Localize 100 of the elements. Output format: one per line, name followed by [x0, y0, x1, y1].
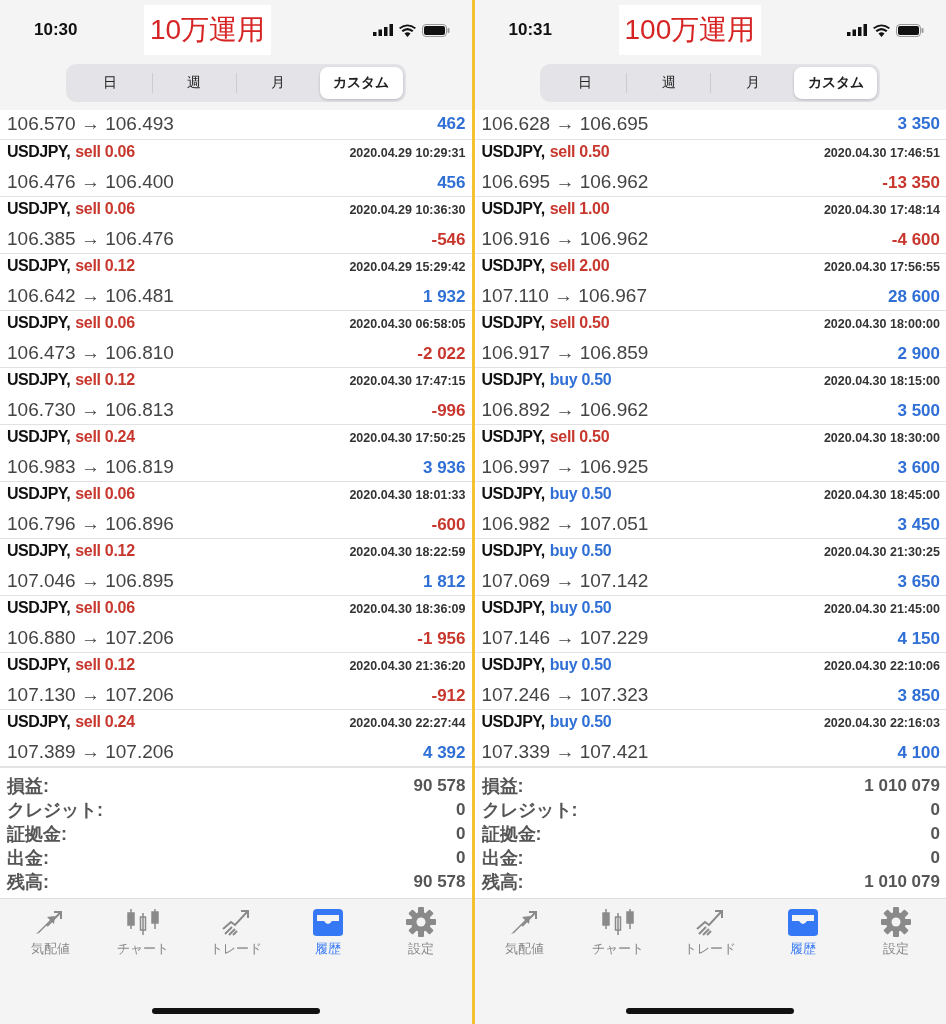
- trade-prices: 107.130 → 107.206: [7, 684, 174, 706]
- nav-tab[interactable]: 履歴: [756, 907, 850, 958]
- trade-datetime: 2020.04.30 18:45:00: [823, 488, 940, 502]
- trade-datetime: 2020.04.29 10:36:30: [349, 203, 466, 217]
- trade-row[interactable]: USDJPY, buy 0.50 2020.04.30 21:45:00 107.146 → 107.229 4 150: [474, 596, 946, 653]
- trade-side: sell 2.00: [549, 257, 610, 275]
- period-tab[interactable]: 日: [68, 67, 152, 99]
- trade-profit: -13 350: [882, 173, 940, 193]
- trade-symbol: USDJPY,: [7, 200, 71, 218]
- trade-row[interactable]: USDJPY, sell 0.24 2020.04.30 17:50:25 106.983 → 106.819 3 936: [0, 425, 472, 482]
- trade-prices: 106.892 → 106.962: [481, 399, 649, 421]
- trade-row[interactable]: USDJPY, sell 0.12 2020.04.30 17:47:15 106.730 → 106.813 -996: [0, 368, 472, 425]
- summary-value: 0: [930, 800, 940, 820]
- battery-icon: [421, 23, 450, 37]
- period-tab[interactable]: 週: [627, 67, 711, 99]
- status-time: 10:31: [508, 20, 553, 40]
- summary-label: 証拠金:: [481, 823, 542, 846]
- trade-prices: 106.997 → 106.925: [481, 456, 649, 478]
- trade-side: buy 0.50: [549, 371, 612, 389]
- trade-row[interactable]: USDJPY, sell 0.12 2020.04.29 15:29:42 106.642 → 106.481 1 932: [0, 254, 472, 311]
- period-tab[interactable]: 週: [152, 67, 236, 99]
- trade-row[interactable]: USDJPY, sell 0.06 2020.04.29 10:29:31 106.476 → 106.400 456: [0, 140, 472, 197]
- trade-row[interactable]: USDJPY, sell 0.06 2020.04.29 10:36:30 106.385 → 106.476 -546: [0, 197, 472, 254]
- trade-datetime: 2020.04.30 17:47:15: [349, 374, 466, 388]
- trade-row[interactable]: 106.628 → 106.695 3 350: [474, 110, 946, 140]
- period-tab[interactable]: 日: [543, 67, 627, 99]
- trade-symbol: USDJPY,: [481, 257, 545, 275]
- signal-icon: [847, 24, 867, 36]
- trade-datetime: 2020.04.30 17:50:25: [349, 431, 466, 445]
- nav-tab[interactable]: トレード: [663, 907, 757, 958]
- trade-datetime: 2020.04.30 18:22:59: [349, 545, 466, 559]
- trade-side: buy 0.50: [549, 485, 612, 503]
- trade-prices: 107.146 → 107.229: [481, 627, 649, 649]
- trade-datetime: 2020.04.30 18:01:33: [349, 488, 466, 502]
- period-tab[interactable]: カスタム: [319, 67, 403, 99]
- trade-profit: 4 150: [897, 629, 940, 649]
- trade-row[interactable]: USDJPY, buy 0.50 2020.04.30 18:45:00 106.982 → 107.051 3 450: [474, 482, 946, 539]
- trade-prices: 106.570 → 106.493: [7, 113, 174, 135]
- trade-row[interactable]: USDJPY, sell 1.00 2020.04.30 17:48:14 106.916 → 106.962 -4 600: [474, 197, 946, 254]
- trade-symbol: USDJPY,: [481, 599, 545, 617]
- trade-row[interactable]: USDJPY, sell 0.50 2020.04.30 18:30:00 106.997 → 106.925 3 600: [474, 425, 946, 482]
- summary-label: 残高:: [481, 871, 524, 894]
- trade-row[interactable]: USDJPY, sell 0.06 2020.04.30 18:01:33 106.796 → 106.896 -600: [0, 482, 472, 539]
- period-tab[interactable]: カスタム: [794, 67, 878, 99]
- trade-row[interactable]: 106.570 → 106.493 462: [0, 110, 472, 140]
- trade-row[interactable]: USDJPY, buy 0.50 2020.04.30 21:30:25 107.069 → 107.142 3 650: [474, 539, 946, 596]
- trade-datetime: 2020.04.30 21:30:25: [823, 545, 940, 559]
- candlestick-icon: [126, 907, 161, 937]
- trade-side: sell 0.06: [75, 200, 135, 218]
- trade-row[interactable]: USDJPY, sell 0.06 2020.04.30 18:36:09 106.880 → 107.206 -1 956: [0, 596, 472, 653]
- trade-side: buy 0.50: [549, 599, 612, 617]
- trade-row[interactable]: USDJPY, sell 0.12 2020.04.30 18:22:59 107.046 → 106.895 1 812: [0, 539, 472, 596]
- trade-side: sell 0.50: [549, 428, 610, 446]
- trade-datetime: 2020.04.30 18:30:00: [823, 431, 940, 445]
- trade-side: sell 0.06: [75, 485, 135, 503]
- trade-symbol: USDJPY,: [7, 257, 71, 275]
- trade-symbol: USDJPY,: [7, 485, 71, 503]
- trade-datetime: 2020.04.29 10:29:31: [349, 146, 466, 160]
- trade-symbol: USDJPY,: [7, 314, 71, 332]
- trade-row[interactable]: USDJPY, sell 0.50 2020.04.30 17:46:51 106.695 → 106.962 -13 350: [474, 140, 946, 197]
- summary-label: クレジット:: [481, 799, 578, 822]
- trade-datetime: 2020.04.30 06:58:05: [349, 317, 466, 331]
- trade-symbol: USDJPY,: [481, 542, 545, 560]
- nav-tab[interactable]: 履歴: [282, 907, 375, 958]
- trade-symbol: USDJPY,: [481, 485, 545, 503]
- settings-icon: [404, 907, 439, 937]
- trade-datetime: 2020.04.30 17:48:14: [823, 203, 940, 217]
- period-tab[interactable]: 月: [236, 67, 320, 99]
- trade-row[interactable]: USDJPY, buy 0.50 2020.04.30 22:10:06 107.246 → 107.323 3 850: [474, 653, 946, 710]
- trade-profit: 3 450: [897, 515, 940, 535]
- trade-row[interactable]: USDJPY, sell 0.12 2020.04.30 21:36:20 107.130 → 107.206 -912: [0, 653, 472, 710]
- trade-prices: 107.069 → 107.142: [481, 570, 649, 592]
- trade-profit: 4 100: [897, 743, 940, 763]
- summary-value: 0: [930, 824, 940, 844]
- trade-profit: 3 650: [897, 572, 940, 592]
- trade-row[interactable]: USDJPY, buy 0.50 2020.04.30 18:15:00 106.892 → 106.962 3 500: [474, 368, 946, 425]
- trade-datetime: 2020.04.30 21:45:00: [823, 602, 940, 616]
- trade-profit: 456: [437, 173, 466, 193]
- trade-side: sell 0.50: [549, 143, 610, 161]
- trade-row[interactable]: USDJPY, sell 0.50 2020.04.30 18:00:00 106.917 → 106.859 2 900: [474, 311, 946, 368]
- trade-datetime: 2020.04.30 18:00:00: [823, 317, 940, 331]
- trade-profit: 1 932: [422, 287, 466, 307]
- trade-profit: 3 350: [897, 114, 940, 134]
- trade-side: sell 0.12: [75, 656, 135, 674]
- trade-symbol: USDJPY,: [7, 713, 71, 731]
- trade-profit: 3 936: [422, 458, 466, 478]
- trade-row[interactable]: USDJPY, sell 2.00 2020.04.30 17:56:55 107.110 → 106.967 28 600: [474, 254, 946, 311]
- trade-row[interactable]: USDJPY, sell 0.06 2020.04.30 06:58:05 106.473 → 106.810 -2 022: [0, 311, 472, 368]
- trade-symbol: USDJPY,: [7, 143, 71, 161]
- trade-datetime: 2020.04.30 22:27:44: [349, 716, 466, 730]
- nav-tab[interactable]: トレード: [189, 907, 283, 958]
- trade-side: sell 0.50: [549, 314, 610, 332]
- trade-symbol: USDJPY,: [481, 428, 545, 446]
- trade-side: sell 0.24: [75, 428, 135, 446]
- trade-datetime: 2020.04.30 22:16:03: [823, 716, 940, 730]
- summary-label: 出金:: [7, 847, 49, 870]
- trade-side: buy 0.50: [549, 656, 612, 674]
- period-tab[interactable]: 月: [711, 67, 795, 99]
- trade-symbol: USDJPY,: [7, 428, 71, 446]
- trade-prices: 106.982 → 107.051: [481, 513, 649, 535]
